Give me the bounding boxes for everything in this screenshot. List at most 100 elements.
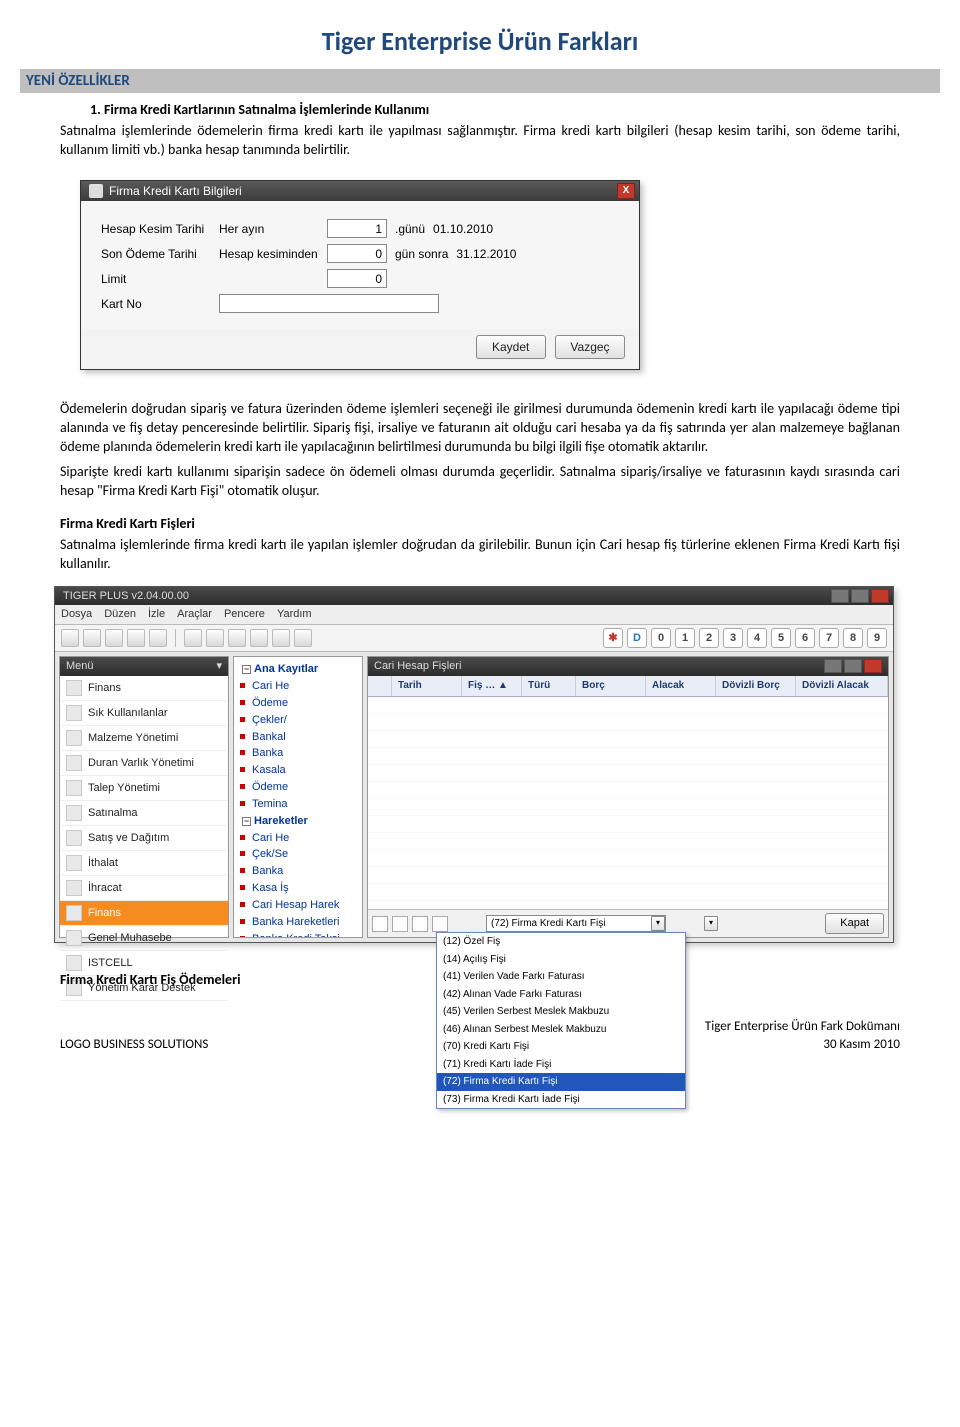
toolbar-number-4[interactable]: 4 xyxy=(747,628,767,648)
menu-i̇zle[interactable]: İzle xyxy=(148,607,165,622)
menu-yardım[interactable]: Yardım xyxy=(277,607,312,622)
minimize-button[interactable] xyxy=(831,589,849,603)
tree-item[interactable]: Banka Kredi Taksi xyxy=(238,931,358,939)
tree-item[interactable]: Temina xyxy=(238,796,358,813)
toolbar-icon[interactable] xyxy=(61,629,79,647)
tree-group[interactable]: −Hareketler xyxy=(238,813,358,830)
toolbar-icon[interactable] xyxy=(250,629,268,647)
fis-type-combo[interactable]: (72) Firma Kredi Kartı Fişi ▾ (12) Özel … xyxy=(486,915,666,932)
sidebar-item-label: Genel Muhasebe xyxy=(88,931,172,946)
toolbar-number-8[interactable]: 8 xyxy=(843,628,863,648)
menu-pencere[interactable]: Pencere xyxy=(224,607,265,622)
sidebar-item[interactable]: Satış ve Dağıtım xyxy=(60,826,228,851)
combo-option[interactable]: (41) Verilen Vade Farkı Faturası xyxy=(437,968,685,986)
grid-body[interactable] xyxy=(368,697,888,910)
maximize-button[interactable] xyxy=(844,659,862,673)
son-odeme-input[interactable] xyxy=(327,244,387,263)
tree-item[interactable]: Kasa İş xyxy=(238,880,358,897)
combo-option[interactable]: (46) Alınan Serbest Meslek Makbuzu xyxy=(437,1021,685,1039)
sidebar-item[interactable]: Satınalma xyxy=(60,801,228,826)
tree-group[interactable]: −Ana Kayıtlar xyxy=(238,661,358,678)
sidebar-item[interactable]: Sık Kullanılanlar xyxy=(60,701,228,726)
limit-input[interactable] xyxy=(327,269,387,288)
cancel-button[interactable]: Vazgeç xyxy=(555,335,625,359)
combo-option[interactable]: (71) Kredi Kartı İade Fişi xyxy=(437,1056,685,1074)
combo-option[interactable]: (73) Firma Kredi Kartı İade Fişi xyxy=(437,1091,685,1109)
menu-düzen[interactable]: Düzen xyxy=(104,607,136,622)
kartno-input[interactable] xyxy=(219,294,439,313)
sidebar-item[interactable]: Duran Varlık Yönetimi xyxy=(60,751,228,776)
toolbar-icon[interactable] xyxy=(272,629,290,647)
combo-option[interactable]: (14) Açılış Fişi xyxy=(437,951,685,969)
chevron-down-icon[interactable]: ▾ xyxy=(704,916,718,931)
tree-item[interactable]: Kasala xyxy=(238,762,358,779)
sidebar-item[interactable]: İhracat xyxy=(60,876,228,901)
toolbar-icon[interactable] xyxy=(149,629,167,647)
sidebar-item[interactable]: Finans xyxy=(60,676,228,701)
tree-item[interactable]: Çek/Se xyxy=(238,846,358,863)
maximize-button[interactable] xyxy=(851,589,869,603)
save-button[interactable]: Kaydet xyxy=(476,335,546,359)
column-header[interactable]: Alacak xyxy=(646,676,716,696)
hesap-kesim-input[interactable] xyxy=(327,219,387,238)
column-header[interactable]: Dövizli Alacak xyxy=(796,676,888,696)
combo-selected[interactable]: (72) Firma Kredi Kartı Fişi xyxy=(486,915,666,932)
chevron-down-icon[interactable]: ▾ xyxy=(651,916,665,931)
close-button[interactable] xyxy=(871,589,889,603)
column-header[interactable]: Dövizli Borç xyxy=(716,676,796,696)
toolbar-number-0[interactable]: 0 xyxy=(651,628,671,648)
toolbar-icon[interactable] xyxy=(184,629,202,647)
tree-item[interactable]: Banka xyxy=(238,863,358,880)
sidebar-item[interactable]: Genel Muhasebe xyxy=(60,926,228,951)
close-button[interactable] xyxy=(864,659,882,673)
column-header[interactable]: Türü xyxy=(522,676,576,696)
grid-action-icon[interactable] xyxy=(392,916,408,932)
menu-dosya[interactable]: Dosya xyxy=(61,607,92,622)
close-grid-button[interactable]: Kapat xyxy=(825,913,884,934)
grid-action-icon[interactable] xyxy=(432,916,448,932)
toolbar-icon[interactable] xyxy=(206,629,224,647)
chevron-down-icon[interactable]: ▾ xyxy=(216,659,222,674)
tree-item[interactable]: Cari He xyxy=(238,830,358,847)
tree-item[interactable]: Banka Hareketleri xyxy=(238,914,358,931)
toolbar-icon[interactable] xyxy=(294,629,312,647)
toolbar-d[interactable]: D xyxy=(627,628,647,648)
combo-option[interactable]: (12) Özel Fiş xyxy=(437,933,685,951)
column-header[interactable] xyxy=(368,676,392,696)
toolbar-icon[interactable] xyxy=(228,629,246,647)
tree-item[interactable]: Çekler/ xyxy=(238,712,358,729)
tree-item[interactable]: Ödeme xyxy=(238,779,358,796)
toolbar-number-5[interactable]: 5 xyxy=(771,628,791,648)
combo-option[interactable]: (45) Verilen Serbest Meslek Makbuzu xyxy=(437,1003,685,1021)
tree-item[interactable]: Cari Hesap Harek xyxy=(238,897,358,914)
sidebar-item[interactable]: Malzeme Yönetimi xyxy=(60,726,228,751)
tree-item[interactable]: Cari He xyxy=(238,678,358,695)
toolbar-number-1[interactable]: 1 xyxy=(675,628,695,648)
toolbar-number-7[interactable]: 7 xyxy=(819,628,839,648)
sidebar-item[interactable]: Finans xyxy=(60,901,228,926)
sidebar-item[interactable]: İthalat xyxy=(60,851,228,876)
combo-option[interactable]: (42) Alınan Vade Farkı Faturası xyxy=(437,986,685,1004)
close-button[interactable]: X xyxy=(617,183,635,199)
column-header[interactable]: Tarih xyxy=(392,676,462,696)
toolbar-icon[interactable] xyxy=(83,629,101,647)
toolbar-icon[interactable] xyxy=(105,629,123,647)
tree-item[interactable]: Banka xyxy=(238,745,358,762)
combo-option[interactable]: (72) Firma Kredi Kartı Fişi xyxy=(437,1073,685,1091)
toolbar-number-2[interactable]: 2 xyxy=(699,628,719,648)
tree-item[interactable]: Ödeme xyxy=(238,695,358,712)
toolbar-number-9[interactable]: 9 xyxy=(867,628,887,648)
column-header[interactable]: Borç xyxy=(576,676,646,696)
toolbar-number-3[interactable]: 3 xyxy=(723,628,743,648)
minimize-button[interactable] xyxy=(824,659,842,673)
grid-action-icon[interactable] xyxy=(372,916,388,932)
toolbar-asterisk[interactable]: ✱ xyxy=(603,628,623,648)
column-header[interactable]: Fiş … ▲ xyxy=(462,676,522,696)
tree-item[interactable]: Bankal xyxy=(238,729,358,746)
sidebar-item[interactable]: Talep Yönetimi xyxy=(60,776,228,801)
combo-option[interactable]: (70) Kredi Kartı Fişi xyxy=(437,1038,685,1056)
menu-araçlar[interactable]: Araçlar xyxy=(177,607,212,622)
grid-action-icon[interactable] xyxy=(412,916,428,932)
toolbar-number-6[interactable]: 6 xyxy=(795,628,815,648)
toolbar-icon[interactable] xyxy=(127,629,145,647)
